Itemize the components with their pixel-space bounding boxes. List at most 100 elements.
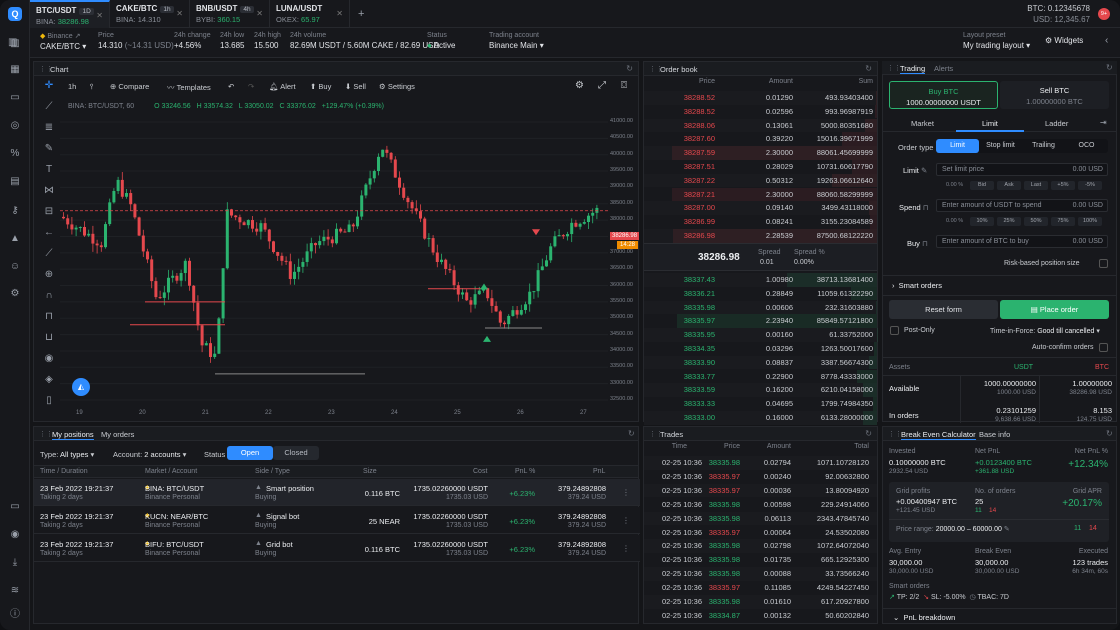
market-tab[interactable]: CAKE/BTC 1h BINA: 14.310 ✕: [110, 0, 190, 28]
risk-position-checkbox[interactable]: [1099, 259, 1108, 268]
alert-button[interactable]: 🔔︎ Alert: [269, 82, 296, 91]
grip-icon[interactable]: ⋮⋮: [39, 65, 53, 73]
external-link-icon[interactable]: ↗: [75, 33, 81, 40]
spend-pct-button[interactable]: 50%: [1024, 217, 1048, 226]
limit-quick-button[interactable]: Ask: [997, 181, 1021, 190]
ask-row[interactable]: 38287.59 2.30000 88061.45699999: [644, 146, 877, 160]
crosshair-icon[interactable]: ✛: [43, 80, 55, 91]
ask-row[interactable]: 38287.00 0.09140 3499.43118000: [644, 201, 877, 216]
logo-icon[interactable]: Q: [8, 7, 22, 21]
limit-quick-button[interactable]: Last: [1024, 181, 1048, 190]
key-icon[interactable]: ⚷: [8, 204, 22, 218]
indicator-icon[interactable]: ⫯: [90, 82, 93, 92]
limit-quick-button[interactable]: Bid: [970, 181, 994, 190]
tab-alerts[interactable]: Alerts: [934, 64, 953, 73]
close-icon[interactable]: ✕: [256, 9, 263, 18]
monitor-icon[interactable]: ▭: [8, 500, 22, 514]
grip-icon[interactable]: ⋮⋮: [649, 65, 663, 73]
lock-icon[interactable]: ⊓: [922, 239, 928, 248]
bid-row[interactable]: 38335.98 0.00606 232.31603880: [644, 300, 877, 315]
info-icon[interactable]: ⓘ: [8, 608, 22, 622]
tab-my-orders[interactable]: My orders: [101, 430, 134, 439]
ask-row[interactable]: 38288.06 0.13061 5000.80351680: [644, 118, 877, 133]
compare-button[interactable]: ⊕ Compare: [110, 82, 149, 91]
smart-orders-toggle[interactable]: › Smart orders: [892, 281, 942, 290]
redo-icon[interactable]: ↷: [248, 82, 254, 91]
market-tab[interactable]: BNB/USDT 4h BYBI: 360.15 ✕: [190, 0, 270, 28]
ask-row[interactable]: 38286.99 0.08241 3155.23084589: [644, 215, 877, 229]
bid-row[interactable]: 38333.00 0.16000 6133.28000000: [644, 411, 877, 425]
grip-icon[interactable]: ⋮⋮: [887, 64, 901, 72]
ask-row[interactable]: 38288.52 0.02596 993.96987919: [644, 104, 877, 119]
account-select[interactable]: Binance Main ▾: [489, 41, 544, 50]
more-icon[interactable]: ⋮: [622, 544, 630, 553]
close-icon[interactable]: ✕: [176, 9, 183, 18]
buy-btc-button[interactable]: Buy BTC 1000.00000000 USDT: [889, 81, 998, 109]
target-icon[interactable]: ◎: [8, 119, 22, 133]
pnl-breakdown-toggle[interactable]: ⌄ PnL breakdown: [893, 613, 955, 622]
refresh-icon[interactable]: ↻: [1106, 429, 1113, 438]
refresh-icon[interactable]: ↻: [865, 64, 872, 73]
pair-select[interactable]: CAKE/BTC ▾: [40, 42, 86, 51]
fib-icon[interactable]: ≣: [43, 122, 55, 133]
ask-row[interactable]: 38288.52 0.01290 493.93403400: [644, 91, 877, 105]
ot-limit[interactable]: Limit: [936, 139, 979, 153]
more-icon[interactable]: ⋮: [622, 488, 630, 497]
widgets-button[interactable]: ⚙ Widgets: [1045, 36, 1083, 45]
tab-base-info[interactable]: Base info: [979, 430, 1010, 439]
camera-icon[interactable]: ⌼: [621, 80, 627, 91]
settings-button[interactable]: ⚙ Settings: [379, 82, 415, 91]
post-only-checkbox[interactable]: [890, 326, 899, 335]
measure-icon[interactable]: ⊟: [43, 206, 55, 217]
expand-icon[interactable]: ⇥: [1100, 118, 1107, 127]
chart-toggle-icon[interactable]: ▥: [8, 37, 17, 48]
ask-row[interactable]: 38287.51 0.28029 10731.60617790: [644, 160, 877, 174]
limit-quick-button[interactable]: +5%: [1051, 181, 1075, 190]
spend-pct-button[interactable]: 25%: [997, 217, 1021, 226]
undo-icon[interactable]: ↶: [228, 82, 234, 91]
ot-trailing[interactable]: Trailing: [1022, 139, 1065, 153]
terminal-icon[interactable]: ▤: [8, 175, 22, 189]
pattern-icon[interactable]: ⋈: [43, 185, 55, 196]
ot-oco[interactable]: OCO: [1065, 139, 1108, 153]
lock-icon[interactable]: ⊓: [43, 311, 55, 322]
text-icon[interactable]: T: [43, 164, 55, 175]
close-icon[interactable]: ✕: [336, 9, 343, 18]
chart-settings-icon[interactable]: ⚙: [575, 80, 584, 91]
tab-my-positions[interactable]: My positions: [52, 430, 94, 440]
collapse-icon[interactable]: ‹: [1105, 35, 1108, 46]
status-open-button[interactable]: Open: [227, 446, 273, 460]
ask-row[interactable]: 38287.21 2.30000 88060.58299999: [644, 187, 877, 202]
timeframe-button[interactable]: 1h: [68, 82, 76, 91]
tab-break-even[interactable]: Break Even Calculator: [901, 430, 976, 440]
bid-row[interactable]: 38335.97 2.23940 85849.57121800: [644, 314, 877, 329]
sell-button[interactable]: ⬇ Sell: [345, 82, 366, 91]
spend-pct-button[interactable]: 75%: [1051, 217, 1075, 226]
limit-quick-button[interactable]: -5%: [1078, 181, 1102, 190]
grip-icon[interactable]: ⋮⋮: [39, 430, 53, 438]
trendline-icon[interactable]: ⟋: [43, 101, 55, 112]
buy-amount-input[interactable]: Enter amount of BTC to buy 0.00 USD: [936, 235, 1108, 248]
preset-select[interactable]: My trading layout ▾: [963, 41, 1030, 50]
bid-row[interactable]: 38334.35 0.03296 1263.50017600: [644, 342, 877, 356]
buy-button[interactable]: ⬆ Buy: [310, 82, 331, 91]
position-row[interactable]: 23 Feb 2022 19:21:37 Taking 2 days ◆ BIFU: …: [34, 535, 640, 562]
magnet-icon[interactable]: ∩: [43, 290, 55, 301]
bid-row[interactable]: 38333.33 0.04695 1799.74984350: [644, 397, 877, 411]
place-order-button[interactable]: ▤ Place order: [1000, 300, 1109, 319]
price-chart[interactable]: [60, 112, 640, 420]
refresh-icon[interactable]: ↻: [628, 429, 635, 438]
gear-icon[interactable]: ⚙: [8, 287, 22, 301]
bid-row[interactable]: 38336.21 0.28849 11059.61322290: [644, 286, 877, 301]
refresh-icon[interactable]: ↻: [626, 64, 633, 73]
lock-drawings-icon[interactable]: ⊔: [43, 332, 55, 343]
market-tab[interactable]: LUNA/USDT OKEX: 65.97 ✕: [270, 0, 350, 28]
market-tab[interactable]: BTC/USDT 1D BINA: 38286.98 ✕: [30, 0, 110, 28]
tab-limit[interactable]: Limit: [982, 119, 998, 128]
brush-icon[interactable]: ✎: [43, 143, 55, 154]
arrow-left-icon[interactable]: ←: [43, 227, 55, 238]
refresh-icon[interactable]: ↻: [865, 429, 872, 438]
spend-input[interactable]: Enter amount of USDT to spend 0.00 USD: [936, 199, 1108, 212]
account-filter[interactable]: Account: 2 accounts ▾: [113, 450, 186, 459]
refresh-icon[interactable]: ↻: [1106, 63, 1113, 72]
